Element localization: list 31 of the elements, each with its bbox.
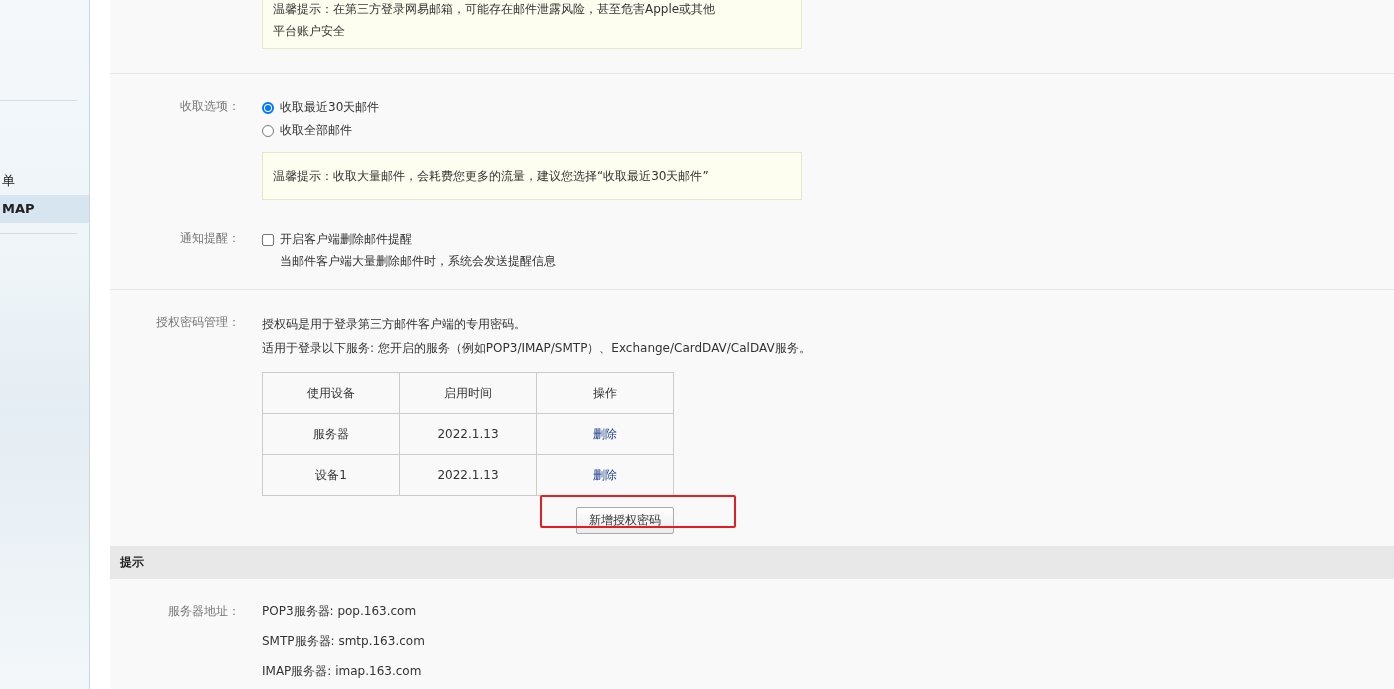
radio-label[interactable]: 收取最近30天邮件 [280, 99, 380, 116]
add-password-button[interactable]: 新增授权密码 [576, 507, 674, 534]
column-header: 使用设备 [262, 372, 400, 414]
field-label: 服务器地址： [167, 603, 241, 620]
warning-notice: 温馨提示：在第三方登录网易邮箱，可能存在邮件泄露风险，甚至危害Apple或其他 平台账户安全 [262, 0, 802, 49]
column-header: 操作 [536, 372, 674, 414]
delete-link[interactable]: 删除 [536, 413, 674, 455]
table-cell: 2022.1.13 [399, 454, 537, 496]
table-cell: 2022.1.13 [399, 413, 537, 455]
checkbox[interactable] [262, 233, 274, 246]
delete-link[interactable]: 删除 [536, 454, 674, 496]
table-cell: 设备1 [262, 454, 400, 496]
section-title: 提示 [110, 546, 1394, 579]
field-label: 收取选项： [179, 98, 241, 115]
server-address: SMTP服务器: smtp.163.com [262, 633, 426, 650]
column-header: 启用时间 [399, 372, 537, 414]
radio-button[interactable] [262, 101, 274, 114]
radio-label[interactable]: 收取全部邮件 [280, 122, 352, 139]
server-address: POP3服务器: pop.163.com [262, 603, 418, 620]
field-label: 授权密码管理： [155, 314, 241, 331]
table-cell: 服务器 [262, 413, 400, 455]
description-text: 授权码是用于登录第三方邮件客户端的专用密码。 [262, 316, 527, 333]
sidebar-item[interactable]: 单 [0, 167, 89, 195]
checkbox-label[interactable]: 开启客户端删除邮件提醒 [280, 231, 412, 248]
server-address: IMAP服务器: imap.163.com [262, 663, 423, 680]
sidebar-item[interactable]: MAP [0, 195, 89, 223]
field-label: 通知提醒： [179, 230, 241, 247]
radio-button[interactable] [262, 124, 274, 137]
tip-notice: 温馨提示：收取大量邮件，会耗费您更多的流量，建议您选择“收取最近30天邮件” [262, 152, 802, 200]
description-text: 当邮件客户端大量删除邮件时，系统会发送提醒信息 [279, 253, 557, 270]
description-text: 适用于登录以下服务: 您开启的服务（例如POP3/IMAP/SMTP）、Exchange/CardDAV/CalDAV服务。 [262, 340, 812, 357]
